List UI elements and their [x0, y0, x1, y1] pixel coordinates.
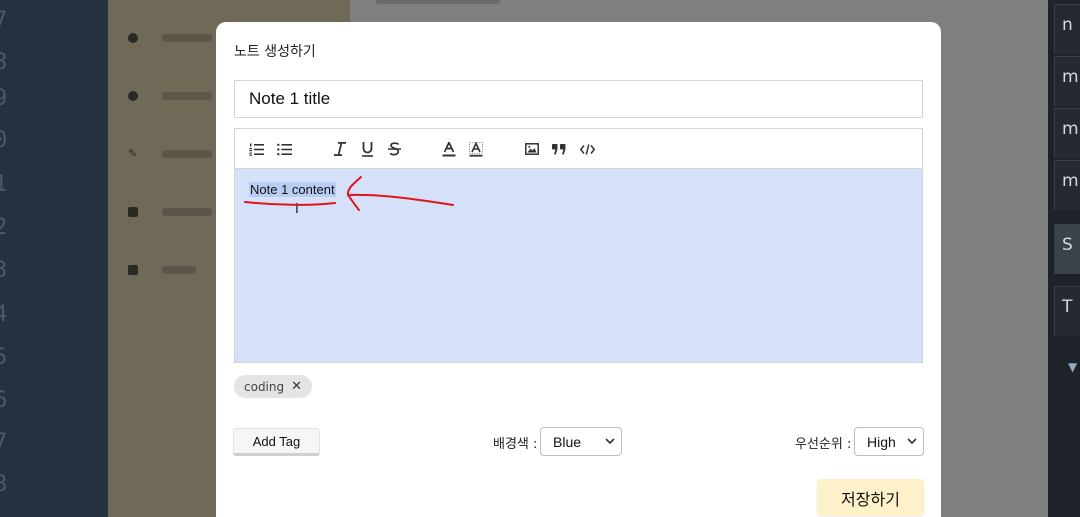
tag-chip: coding ✕	[234, 375, 313, 398]
note-title-input[interactable]	[234, 80, 923, 118]
code-editor-gutter: 7 8 9 0 1 2 3 4 5 6 7 8	[0, 0, 108, 517]
line-number: 8	[0, 472, 8, 497]
bg-color-value: Blue	[553, 433, 582, 450]
bg-color-label: 배경색 :	[493, 437, 538, 452]
priority-label: 우선순위 :	[795, 437, 852, 452]
panel-cell: S	[1054, 224, 1080, 274]
modal-title: 노트 생성하기	[234, 44, 316, 60]
quote-icon[interactable]	[550, 139, 568, 159]
ordered-list-icon[interactable]	[247, 139, 265, 159]
bullet-icon	[128, 91, 138, 101]
priority-select[interactable]: High	[854, 427, 924, 456]
editor-content-area[interactable]: Note 1 content I	[235, 169, 922, 362]
tag-label: coding	[244, 379, 285, 394]
line-number: 0	[0, 128, 8, 153]
pencil-icon: ✎	[128, 147, 138, 160]
red-arrow-annotation	[244, 176, 454, 211]
rich-text-editor: Note 1 content I	[234, 128, 923, 363]
line-number: 9	[0, 86, 8, 111]
code-icon[interactable]	[578, 139, 596, 159]
line-number: 1	[0, 172, 8, 197]
panel-cell: T	[1054, 286, 1080, 336]
panel-cell: m	[1054, 56, 1080, 106]
image-icon[interactable]	[523, 139, 541, 159]
underline-icon[interactable]	[358, 139, 376, 159]
bg-color-select[interactable]: Blue	[540, 427, 622, 456]
sidebar-item	[128, 28, 212, 48]
note-content-text[interactable]: Note 1 content	[249, 182, 336, 197]
chevron-down-icon	[605, 438, 615, 445]
priority-value: High	[867, 433, 896, 450]
trash-icon	[128, 265, 138, 275]
triangle-down-icon: ▼	[1068, 360, 1078, 374]
create-note-modal: 노트 생성하기 Note 1 title Note 1 content I co…	[216, 22, 941, 517]
sidebar-item	[128, 86, 212, 106]
remove-tag-icon[interactable]: ✕	[291, 379, 302, 394]
editor-toolbar	[235, 129, 922, 169]
italic-icon[interactable]	[331, 139, 349, 159]
line-number: 7	[0, 8, 8, 33]
bullet-list-icon[interactable]	[275, 139, 293, 159]
background-color-icon[interactable]	[467, 139, 485, 159]
right-panel-background: n m m m S T ▼	[1048, 0, 1080, 517]
sidebar-item	[128, 202, 212, 222]
archive-icon	[128, 207, 138, 217]
bullet-icon	[128, 33, 138, 43]
sidebar-item: ✎	[128, 144, 212, 164]
text-cursor-icon: I	[295, 202, 299, 217]
panel-cell: m	[1054, 160, 1080, 210]
add-tag-button[interactable]: Add Tag	[233, 428, 320, 456]
chevron-down-icon	[907, 438, 917, 445]
panel-cell: m	[1054, 108, 1080, 158]
line-number: 3	[0, 258, 8, 283]
line-number: 2	[0, 215, 8, 240]
panel-cell: n	[1054, 4, 1080, 54]
line-number: 8	[0, 50, 8, 75]
sidebar-item	[128, 260, 196, 280]
line-number: 5	[0, 345, 8, 370]
line-number: 7	[0, 430, 8, 455]
save-button[interactable]: 저장하기	[817, 479, 924, 516]
line-number: 6	[0, 388, 8, 413]
line-number: 4	[0, 302, 8, 327]
strikethrough-icon[interactable]	[385, 139, 403, 159]
text-color-icon[interactable]	[440, 139, 458, 159]
